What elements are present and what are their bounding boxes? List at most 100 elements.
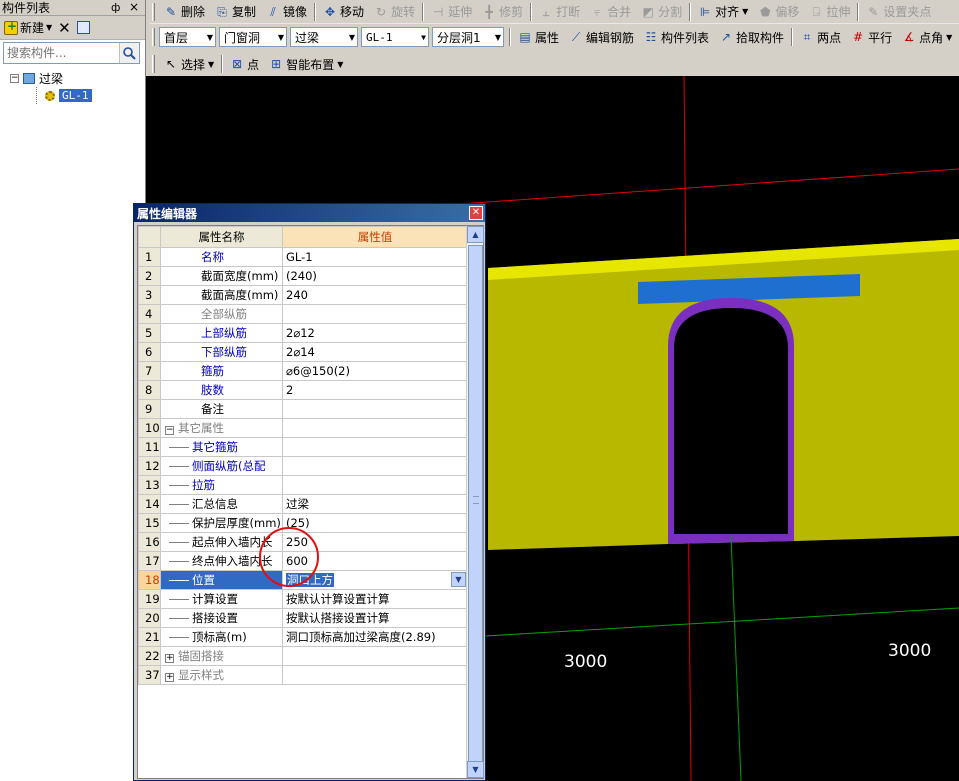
select-button[interactable]: ↖ 选择 ▼: [159, 53, 219, 75]
property-value[interactable]: [282, 437, 468, 457]
search-input[interactable]: [4, 43, 119, 63]
property-value[interactable]: (25): [282, 513, 468, 533]
table-row[interactable]: 12 侧面纵筋(总配: [138, 456, 468, 476]
toolbar-grip[interactable]: [152, 2, 155, 21]
table-row[interactable]: 14 汇总信息 过梁: [138, 494, 468, 514]
type-select[interactable]: 过梁 ▼: [290, 27, 358, 47]
property-value[interactable]: [282, 646, 468, 666]
expand-icon[interactable]: +: [165, 654, 174, 663]
property-value[interactable]: 按默认搭接设置计算: [282, 608, 468, 628]
property-value[interactable]: GL-1: [282, 247, 468, 267]
table-row[interactable]: 37 + 显示样式: [138, 665, 468, 685]
table-row[interactable]: 9 备注: [138, 399, 468, 419]
table-row[interactable]: 6 下部纵筋 2⌀14: [138, 342, 468, 362]
component-list-button[interactable]: ☷ 构件列表: [639, 26, 714, 48]
toolbar-grip[interactable]: [152, 28, 155, 46]
properties-button[interactable]: ▤ 属性: [513, 26, 564, 48]
point-angle-button[interactable]: ∡ 点角 ▼: [897, 26, 957, 48]
table-row[interactable]: 17 终点伸入墙内长 600: [138, 551, 468, 571]
table-row[interactable]: 4 全部纵筋: [138, 304, 468, 324]
table-row[interactable]: 20 搭接设置 按默认搭接设置计算: [138, 608, 468, 628]
extend-button[interactable]: ⊣ 延伸: [426, 1, 477, 23]
property-value[interactable]: 按默认计算设置计算: [282, 589, 468, 609]
floor-select[interactable]: 首层 ▼: [159, 27, 216, 47]
property-value[interactable]: [282, 456, 468, 476]
collapse-icon[interactable]: −: [10, 74, 19, 83]
category-select[interactable]: 门窗洞 ▼: [219, 27, 287, 47]
scrollbar-thumb[interactable]: [468, 245, 483, 763]
point-button[interactable]: ⊠ 点: [225, 53, 264, 75]
property-group[interactable]: − 其它属性: [160, 418, 283, 438]
merge-button[interactable]: ⫧ 合并: [585, 1, 636, 23]
property-value[interactable]: ⌀6@150(2): [282, 361, 468, 381]
property-value[interactable]: 2⌀12: [282, 323, 468, 343]
component-select[interactable]: GL-1 ▼: [361, 27, 429, 47]
table-row-selected[interactable]: 18 位置 洞口上方 ▼: [138, 570, 468, 590]
parallel-button[interactable]: # 平行: [846, 26, 897, 48]
mirror-button[interactable]: ⫽ 镜像: [261, 1, 312, 23]
property-value[interactable]: 洞口顶标高加过梁高度(2.89): [282, 627, 468, 647]
close-icon[interactable]: ✕: [469, 206, 483, 220]
property-value[interactable]: 250: [282, 532, 468, 552]
close-icon[interactable]: ×: [129, 0, 139, 14]
tree-node-lintel[interactable]: − 过梁: [10, 70, 92, 87]
table-row[interactable]: 13 拉筋: [138, 475, 468, 495]
property-value[interactable]: 2⌀14: [282, 342, 468, 362]
chevron-down-icon[interactable]: ▼: [451, 572, 466, 587]
property-value[interactable]: [282, 475, 468, 495]
stretch-button[interactable]: ⍈ 拉伸: [804, 1, 855, 23]
rotate-button[interactable]: ↻ 旋转: [369, 1, 420, 23]
table-row[interactable]: 19 计算设置 按默认计算设置计算: [138, 589, 468, 609]
table-row[interactable]: 10 − 其它属性: [138, 418, 468, 438]
vertical-scrollbar[interactable]: ▲ ▼: [466, 226, 484, 778]
table-row[interactable]: 3 截面高度(mm) 240: [138, 285, 468, 305]
expand-icon[interactable]: +: [165, 673, 174, 682]
table-row[interactable]: 2 截面宽度(mm) (240): [138, 266, 468, 286]
pick-component-button[interactable]: ↗ 拾取构件: [714, 26, 789, 48]
property-value[interactable]: (240): [282, 266, 468, 286]
split-button[interactable]: ◩ 分割: [636, 1, 687, 23]
property-value[interactable]: [282, 399, 468, 419]
table-row[interactable]: 21 顶标高(m) 洞口顶标高加过梁高度(2.89): [138, 627, 468, 647]
table-row[interactable]: 7 箍筋 ⌀6@150(2): [138, 361, 468, 381]
property-value[interactable]: [282, 418, 468, 438]
table-row[interactable]: 8 肢数 2: [138, 380, 468, 400]
move-button[interactable]: ✥ 移动: [318, 1, 369, 23]
new-button[interactable]: 新建 ▼: [4, 19, 52, 36]
property-value[interactable]: [282, 665, 468, 685]
property-value[interactable]: 600: [282, 551, 468, 571]
copy-component-button[interactable]: [76, 21, 90, 34]
copy-button[interactable]: ⎘ 复制: [210, 1, 261, 23]
delete-component-button[interactable]: ✕: [58, 19, 71, 37]
search-button[interactable]: [119, 43, 139, 63]
table-row[interactable]: 1 名称 GL-1: [138, 247, 468, 267]
property-group[interactable]: + 显示样式: [160, 665, 283, 685]
smart-layout-button[interactable]: ⊞ 智能布置 ▼: [264, 53, 348, 75]
offset-button[interactable]: ⬟ 偏移: [753, 1, 804, 23]
property-group[interactable]: + 锚固搭接: [160, 646, 283, 666]
scroll-down-icon[interactable]: ▼: [467, 761, 484, 778]
tree-node-gl1[interactable]: GL-1: [36, 87, 92, 104]
property-editor-title-bar[interactable]: 属性编辑器: [134, 204, 485, 222]
property-value[interactable]: 240: [282, 285, 468, 305]
table-row[interactable]: 5 上部纵筋 2⌀12: [138, 323, 468, 343]
align-button[interactable]: ⊫ 对齐 ▼: [693, 1, 753, 23]
layer-select[interactable]: 分层洞1 ▼: [432, 27, 504, 47]
toolbar-grip[interactable]: [152, 55, 155, 73]
position-select[interactable]: 洞口上方 ▼: [282, 570, 468, 590]
table-row[interactable]: 16 起点伸入墙内长 250: [138, 532, 468, 552]
pin-icon[interactable]: ф: [111, 1, 120, 14]
edit-rebar-button[interactable]: ⟋ 编辑钢筋: [564, 26, 639, 48]
property-value[interactable]: [282, 304, 468, 324]
scroll-up-icon[interactable]: ▲: [467, 226, 484, 243]
two-points-button[interactable]: ⌗ 两点: [795, 26, 846, 48]
table-row[interactable]: 11 其它箍筋: [138, 437, 468, 457]
trim-button[interactable]: ╋ 修剪: [477, 1, 528, 23]
table-row[interactable]: 22 + 锚固搭接: [138, 646, 468, 666]
delete-button[interactable]: ✎ 删除: [159, 1, 210, 23]
collapse-icon[interactable]: −: [165, 426, 174, 435]
set-grip-button[interactable]: ✎ 设置夹点: [861, 1, 936, 23]
property-value[interactable]: 过梁: [282, 494, 468, 514]
break-button[interactable]: ⫠ 打断: [534, 1, 585, 23]
property-value[interactable]: 2: [282, 380, 468, 400]
